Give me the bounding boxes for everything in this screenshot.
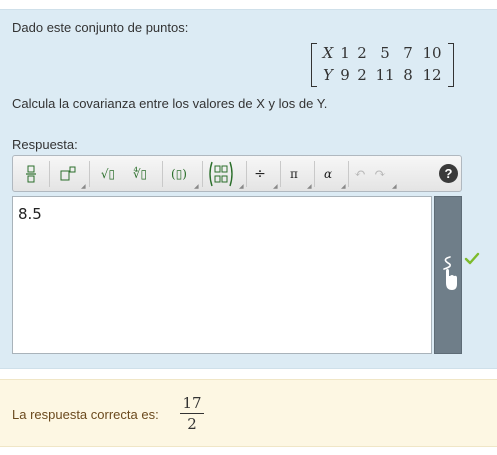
matrix-cell: 2 [357, 44, 367, 62]
pi-button[interactable]: π [284, 162, 304, 186]
toolbar-separator [49, 161, 50, 187]
matrix-label-x: X [322, 44, 334, 62]
question-panel: Dado este conjunto de puntos: X 1 2 5 7 … [0, 9, 497, 369]
matrix-button[interactable] [206, 159, 236, 189]
redo-button[interactable]: ↷ [371, 162, 389, 186]
dropdown-caret-icon: ◢ [81, 184, 86, 190]
dropdown-caret-icon: ◢ [273, 184, 278, 190]
fraction-icon [26, 165, 36, 183]
matrix-cell: 8 [403, 66, 413, 84]
divide-icon: ÷ [254, 166, 266, 182]
alpha-button[interactable]: α [318, 162, 338, 186]
dropdown-caret-icon: ◢ [194, 184, 199, 190]
dropdown-caret-icon: ◢ [392, 184, 397, 190]
superscript-button[interactable] [57, 162, 79, 186]
answer-value[interactable]: 8.5 [18, 205, 42, 223]
question-prompt: Dado este conjunto de puntos: [12, 20, 189, 35]
correct-answer-fraction: 17 2 [180, 394, 204, 433]
handwriting-toggle[interactable] [434, 196, 462, 354]
dropdown-caret-icon: ◢ [341, 184, 346, 190]
nth-root-button[interactable]: ∜▯ [127, 162, 153, 186]
matrix-cell: 1 [340, 44, 350, 62]
matrix-cell: 12 [422, 66, 442, 84]
matrix-cell: 2 [357, 66, 367, 84]
fraction-denominator: 2 [187, 415, 197, 433]
sqrt-button[interactable]: √▯ [97, 162, 119, 186]
math-editor-toolbar: ◢ √▯ ∜▯ (▯) ◢ ◢ ÷ ◢ π ◢ α ◢ ↶ ↷ ◢ ? [12, 155, 462, 192]
matrix-cell: 9 [340, 66, 350, 84]
undo-button[interactable]: ↶ [351, 162, 369, 186]
pi-icon: π [290, 167, 298, 181]
feedback-panel: La respuesta correcta es: 17 2 [0, 379, 497, 447]
divide-button[interactable]: ÷ [250, 162, 270, 186]
superscript-icon [60, 166, 76, 181]
square-root-icon: √▯ [100, 167, 116, 181]
data-matrix: X 1 2 5 7 10 Y 9 2 11 8 12 [311, 43, 454, 87]
answer-editor[interactable]: 8.5 [12, 196, 432, 354]
parentheses-button[interactable]: (▯) [167, 162, 191, 186]
toolbar-separator [246, 161, 247, 187]
toolbar-separator [314, 161, 315, 187]
correct-answer-label: La respuesta correcta es: [12, 407, 159, 422]
dropdown-caret-icon: ◢ [239, 184, 244, 190]
fraction-bar [180, 413, 204, 414]
undo-icon: ↶ [354, 166, 366, 182]
toolbar-separator [162, 161, 163, 187]
answer-label: Respuesta: [12, 137, 78, 152]
parentheses-icon: (▯) [171, 167, 187, 181]
correct-check-icon [464, 252, 480, 265]
matrix-row-x: X 1 2 5 7 10 [321, 44, 444, 64]
alpha-icon: α [323, 167, 333, 181]
help-button[interactable]: ? [439, 164, 458, 183]
nth-root-icon: ∜▯ [132, 167, 148, 181]
matrix-left-bracket [311, 43, 317, 87]
fraction-button[interactable] [21, 162, 41, 186]
matrix-right-bracket [448, 43, 454, 87]
toolbar-separator [348, 161, 349, 187]
matrix-cell: 7 [403, 44, 413, 62]
matrix-label-y: Y [323, 66, 333, 84]
toolbar-separator [280, 161, 281, 187]
handwriting-hand-icon [443, 256, 457, 290]
matrix-cell: 5 [380, 44, 390, 62]
dropdown-caret-icon: ◢ [307, 184, 312, 190]
matrix-row-y: Y 9 2 11 8 12 [321, 66, 444, 86]
question-instruction: Calcula la covarianza entre los valores … [12, 96, 328, 111]
matrix-cell: 10 [422, 44, 442, 62]
toolbar-separator [202, 161, 203, 187]
toolbar-separator [89, 161, 90, 187]
fraction-numerator: 17 [182, 394, 202, 412]
matrix-cell: 11 [375, 66, 395, 84]
matrix-icon [209, 161, 233, 187]
redo-icon: ↷ [374, 166, 386, 182]
